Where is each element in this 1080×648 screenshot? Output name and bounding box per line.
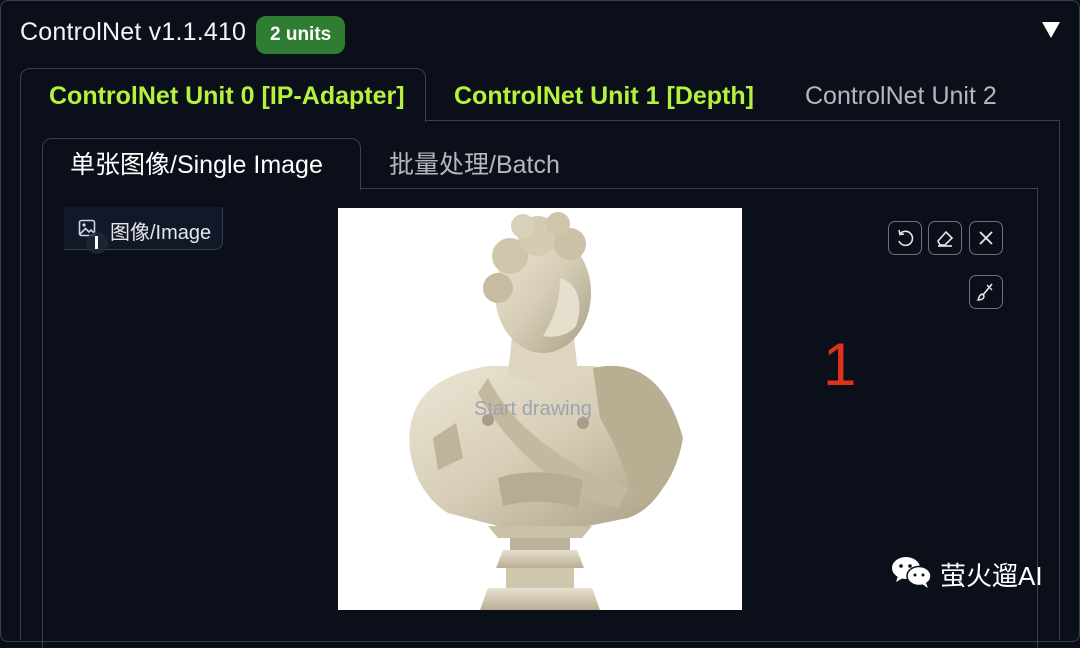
panel-title[interactable]: ControlNet v1.1.410 xyxy=(20,18,246,47)
annotation-number: 1 xyxy=(823,331,857,398)
tab-unit-2[interactable]: ControlNet Unit 2 xyxy=(805,68,997,124)
collapse-triangle-icon[interactable] xyxy=(1042,22,1060,38)
eraser-button[interactable] xyxy=(928,221,962,255)
canvas-hint: Start drawing xyxy=(474,398,592,420)
text-cursor-icon xyxy=(95,236,98,249)
image-label: 图像/Image xyxy=(110,222,212,244)
brush-icon xyxy=(976,283,993,301)
undo-icon xyxy=(898,229,914,247)
tab-unit-0-label[interactable]: ControlNet Unit 0 [IP-Adapter] xyxy=(49,68,405,124)
clear-button[interactable] xyxy=(969,221,1003,255)
units-badge: 2 units xyxy=(256,16,346,54)
eraser-icon xyxy=(937,230,954,247)
undo-button[interactable] xyxy=(888,221,922,255)
brush-button[interactable] xyxy=(969,275,1003,309)
tab-single-image-label[interactable]: 单张图像/Single Image xyxy=(70,138,323,192)
watermark-text: 萤火遛AI xyxy=(940,561,1043,591)
wechat-icon xyxy=(892,557,932,588)
tab-unit-1[interactable]: ControlNet Unit 1 [Depth] xyxy=(454,68,754,124)
tab-batch[interactable]: 批量处理/Batch xyxy=(389,138,560,192)
close-icon xyxy=(979,231,993,245)
